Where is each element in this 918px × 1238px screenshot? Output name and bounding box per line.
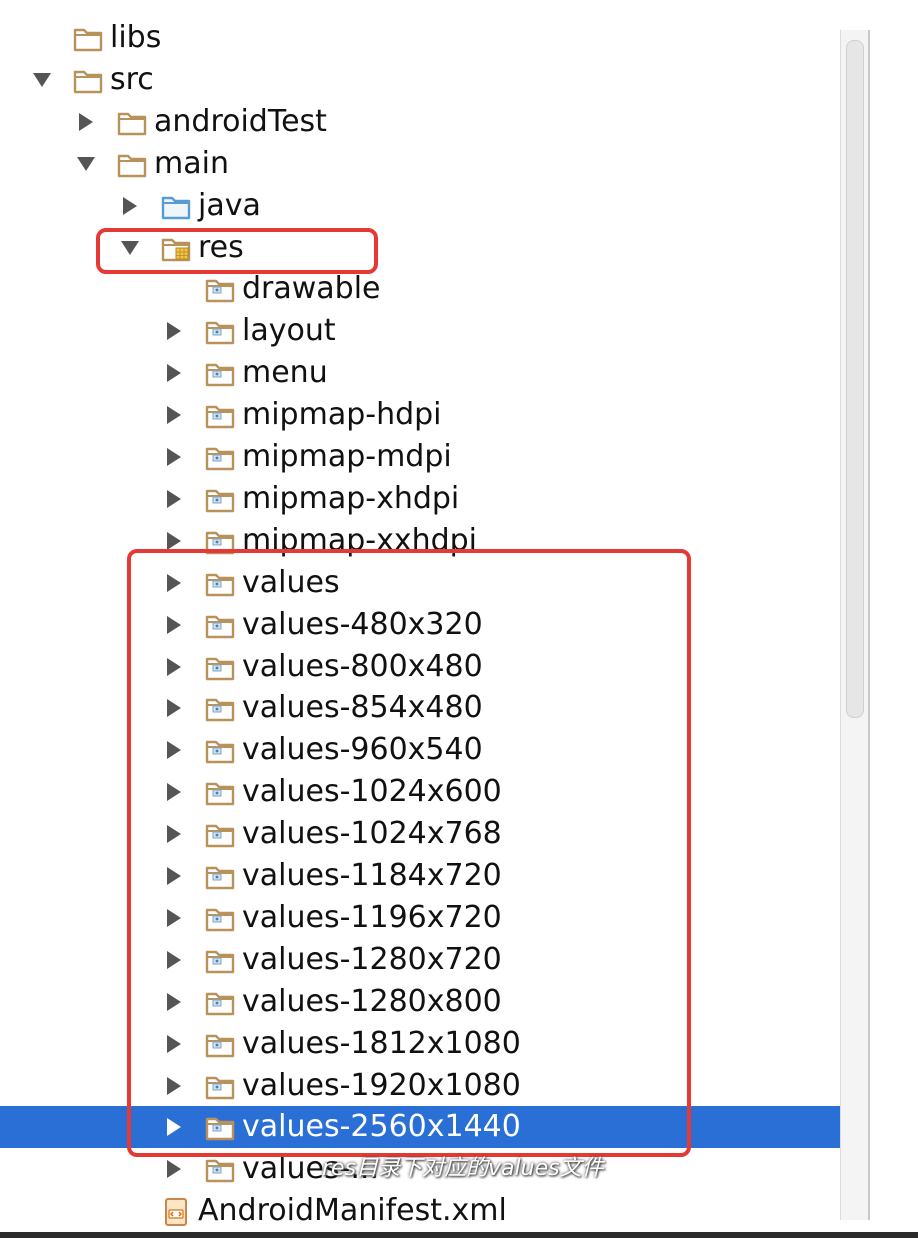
tree-row-label: java — [198, 187, 261, 223]
folder-plain-icon — [72, 23, 104, 52]
disclosure-collapsed-icon[interactable] — [74, 101, 98, 143]
source-folder-icon — [160, 191, 192, 219]
tree-row[interactable]: androidTest — [0, 101, 840, 143]
disclosure-collapsed-icon[interactable] — [162, 352, 186, 394]
caption-text: res目录下对应的values文件 — [322, 1156, 604, 1181]
tree-row-label: mipmap-hdpi — [242, 397, 442, 433]
disclosure-collapsed-icon[interactable] — [118, 185, 142, 227]
disclosure-expanded-icon[interactable] — [30, 59, 54, 101]
package-folder-icon — [204, 442, 236, 471]
tree-row[interactable]: libs — [0, 17, 840, 59]
tree-row[interactable]: java — [0, 185, 840, 227]
disclosure-collapsed-icon[interactable] — [162, 394, 186, 436]
package-folder-icon — [204, 358, 236, 387]
tree-row-label: androidTest — [154, 103, 327, 139]
disclosure-collapsed-icon[interactable] — [162, 310, 186, 352]
tree-row[interactable]: src — [0, 59, 840, 101]
package-folder-icon — [204, 274, 236, 303]
tree-row[interactable]: drawable — [0, 268, 840, 310]
tree-row-label: src — [110, 61, 154, 97]
tree-row-label: layout — [242, 313, 336, 349]
tree-row-label: menu — [242, 355, 328, 391]
values-highlight-box — [127, 549, 691, 1157]
xml-file-icon — [160, 1196, 192, 1227]
tree-row-label: main — [154, 145, 229, 181]
folder-plain-icon — [116, 149, 148, 177]
res-highlight-box — [96, 228, 378, 274]
disclosure-collapsed-icon[interactable] — [162, 478, 186, 520]
tree-row[interactable]: mipmap-xhdpi — [0, 478, 840, 520]
package-folder-icon — [204, 400, 236, 429]
tree-row-label: mipmap-xhdpi — [242, 480, 460, 516]
scrollbar-thumb[interactable] — [846, 40, 864, 718]
tree-row[interactable]: mipmap-mdpi — [0, 436, 840, 478]
tree-row-label: drawable — [242, 271, 381, 307]
window-bottom-edge — [0, 1232, 918, 1238]
tree-row[interactable]: menu — [0, 352, 840, 394]
tree-row-label: mipmap-mdpi — [242, 439, 452, 474]
package-folder-icon — [204, 316, 236, 345]
tree-row-label: AndroidManifest.xml — [198, 1193, 507, 1229]
tree-row[interactable]: main — [0, 143, 840, 185]
disclosure-collapsed-icon[interactable] — [162, 436, 186, 478]
folder-plain-icon — [116, 107, 148, 135]
left-edge-fragment — [0, 130, 10, 210]
tree-row[interactable]: layout — [0, 310, 840, 352]
package-folder-icon — [204, 484, 236, 513]
tree-row[interactable]: mipmap-hdpi — [0, 394, 840, 436]
disclosure-expanded-icon[interactable] — [74, 143, 98, 185]
panel-divider — [868, 30, 870, 1220]
tree-row[interactable]: AndroidManifest.xml — [0, 1190, 840, 1232]
package-folder-icon — [204, 1154, 236, 1183]
tree-row-label: libs — [110, 20, 162, 55]
folder-plain-icon — [72, 65, 104, 94]
